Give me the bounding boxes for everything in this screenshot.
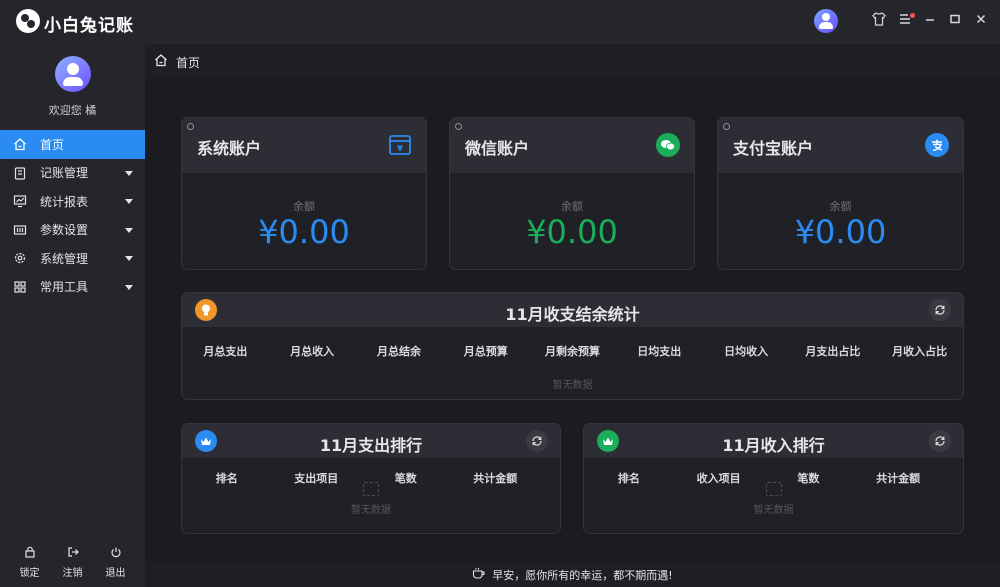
sidebar-item-label: 统计报表 xyxy=(40,194,89,209)
column-header: 排名 xyxy=(215,472,238,485)
sidebar-item-label: 系统管理 xyxy=(40,251,89,266)
account-title: 微信账户 xyxy=(465,139,530,158)
chevron-down-icon xyxy=(125,284,133,290)
breadcrumb: 首页 xyxy=(154,52,200,72)
chevron-down-icon xyxy=(125,256,133,261)
column-header: 月总支出 xyxy=(203,345,248,358)
column-header: 共计金额 xyxy=(876,472,921,485)
balance-amount: ¥0.00 xyxy=(794,213,887,251)
sidebar: 欢迎您 橘 首页 记账管理 统计报表 参数设置 系统管理 常用工具 锁定 注销 … xyxy=(0,44,145,587)
exit-label: 退出 xyxy=(105,567,126,579)
gear-icon xyxy=(12,250,28,266)
column-header: 排名 xyxy=(617,472,640,485)
sidebar-item-system[interactable]: 系统管理 xyxy=(0,244,145,273)
expense-rank-panel: 11月支出排行 排名 支出项目 笔数 共计金额 暂无数据 xyxy=(181,423,561,534)
panel-title: 11月收入排行 xyxy=(722,436,825,455)
monthly-summary-panel: 11月收支结余统计 月总支出 月总收入 月总结余 月总预算 月剩余预算 日均支出… xyxy=(181,292,964,400)
column-header: 月剩余预算 xyxy=(545,345,601,358)
sidebar-item-reports[interactable]: 统计报表 xyxy=(0,187,145,216)
user-avatar-icon[interactable] xyxy=(814,9,838,33)
panel-title: 11月收支结余统计 xyxy=(505,305,640,324)
empty-box-icon xyxy=(363,482,379,496)
lock-icon xyxy=(24,546,36,561)
column-header: 收入项目 xyxy=(696,472,741,485)
sidebar-item-label: 首页 xyxy=(40,137,65,152)
column-header: 月总收入 xyxy=(290,345,335,358)
balance-amount: ¥0.00 xyxy=(258,213,350,251)
alipay-icon xyxy=(925,133,949,157)
column-header: 月总预算 xyxy=(463,345,508,358)
sidebar-item-home[interactable]: 首页 xyxy=(0,130,145,159)
shirt-icon[interactable] xyxy=(869,12,889,32)
chart-icon xyxy=(12,193,28,209)
empty-state-text: 暂无数据 xyxy=(351,505,391,516)
clipboard-icon xyxy=(12,165,28,181)
power-icon xyxy=(110,546,122,561)
settings-icon[interactable] xyxy=(723,123,730,130)
sidebar-item-label: 记账管理 xyxy=(40,166,89,181)
settings-icon[interactable] xyxy=(187,123,194,130)
minimize-icon[interactable] xyxy=(920,12,940,32)
balance-amount: ¥0.00 xyxy=(526,213,618,251)
sidebar-item-label: 常用工具 xyxy=(40,280,89,295)
welcome-text: 欢迎您 橘 xyxy=(48,104,97,117)
empty-state-text: 暂无数据 xyxy=(552,380,593,391)
income-rank-panel: 11月收入排行 排名 收入项目 笔数 共计金额 暂无数据 xyxy=(583,423,964,534)
settings-icon[interactable] xyxy=(455,123,462,130)
account-title: 支付宝账户 xyxy=(733,139,814,158)
sidebar-item-tools[interactable]: 常用工具 xyxy=(0,273,145,302)
logout-label: 注销 xyxy=(62,567,83,579)
sidebar-item-label: 参数设置 xyxy=(40,223,89,238)
footer-text: 早安，愿你所有的幸运，都不期而遇! xyxy=(492,568,673,582)
home-icon xyxy=(12,136,28,152)
summary-columns: 月总支出 月总收入 月总结余 月总预算 月剩余预算 日均支出 日均收入 月支出占… xyxy=(182,343,963,359)
account-card-alipay: 支付宝账户 余额 ¥0.00 xyxy=(717,117,964,270)
sidebar-menu: 首页 记账管理 统计报表 参数设置 系统管理 常用工具 xyxy=(0,130,145,301)
breadcrumb-label: 首页 xyxy=(176,55,201,70)
sliders-icon xyxy=(12,222,28,238)
coffee-icon xyxy=(472,567,486,583)
home-icon xyxy=(154,53,168,71)
logout-button[interactable]: 注销 xyxy=(63,537,83,587)
panel-title: 11月支出排行 xyxy=(319,436,423,455)
logout-icon xyxy=(67,546,79,561)
title-bar: 小白兔记账 xyxy=(0,0,1000,44)
sidebar-item-params[interactable]: 参数设置 xyxy=(0,216,145,245)
app-title: 小白兔记账 xyxy=(44,16,134,36)
sidebar-bottom-actions: 锁定 注销 退出 xyxy=(0,537,145,587)
exit-button[interactable]: 退出 xyxy=(106,537,126,587)
column-header: 月收入占比 xyxy=(892,345,948,358)
empty-box-icon xyxy=(765,482,782,496)
wallet-icon: ¥ xyxy=(388,133,412,157)
account-title: 系统账户 xyxy=(197,139,262,158)
column-header: 日均收入 xyxy=(724,345,769,358)
account-card-wechat: 微信账户 余额 ¥0.00 xyxy=(449,117,695,270)
refresh-icon[interactable] xyxy=(929,299,951,321)
app-logo-icon xyxy=(16,9,40,33)
lock-button[interactable]: 锁定 xyxy=(20,537,40,587)
maximize-icon[interactable] xyxy=(945,12,965,32)
refresh-icon[interactable] xyxy=(526,430,548,452)
column-header: 月总结余 xyxy=(376,345,421,358)
column-header: 共计金额 xyxy=(473,472,518,485)
chevron-down-icon xyxy=(125,227,133,233)
close-icon[interactable] xyxy=(971,12,991,32)
chevron-down-icon xyxy=(125,199,133,204)
avatar[interactable] xyxy=(55,56,91,92)
column-header: 月支出占比 xyxy=(805,345,861,358)
sidebar-item-bookkeeping[interactable]: 记账管理 xyxy=(0,159,145,188)
empty-state-text: 暂无数据 xyxy=(753,505,794,516)
footer-greeting: 早安，愿你所有的幸运，都不期而遇! xyxy=(145,562,1000,587)
menu-icon[interactable] xyxy=(895,12,915,32)
lock-label: 锁定 xyxy=(19,567,40,579)
grid-icon xyxy=(12,279,28,295)
wechat-icon xyxy=(656,133,680,157)
svg-text:¥: ¥ xyxy=(397,144,403,153)
chevron-down-icon xyxy=(125,170,133,176)
column-header: 支出项目 xyxy=(294,472,339,485)
column-header: 日均支出 xyxy=(637,345,682,358)
notification-dot xyxy=(910,13,915,18)
account-card-system: 系统账户 ¥ 余额 ¥0.00 xyxy=(181,117,427,270)
refresh-icon[interactable] xyxy=(929,430,951,452)
